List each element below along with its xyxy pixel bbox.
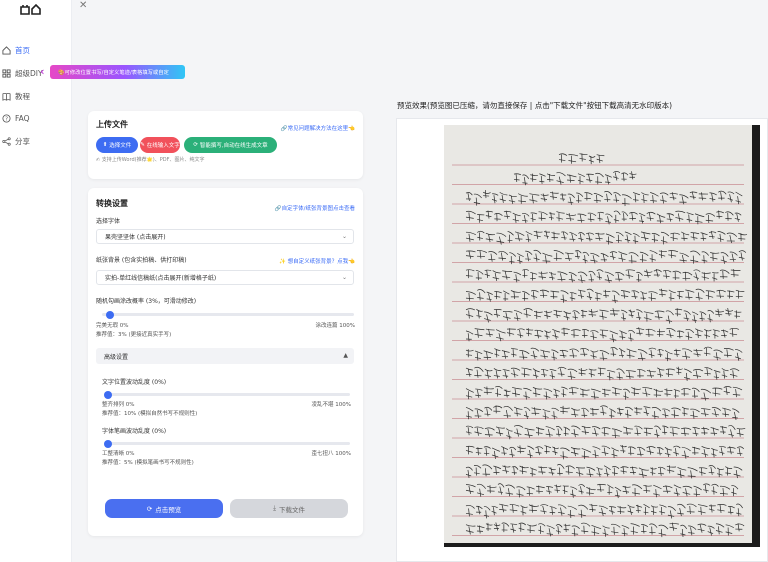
typo-slider[interactable] (102, 310, 354, 319)
upload-icon: ⬆ (102, 142, 108, 148)
slider-handle[interactable] (105, 310, 114, 319)
slider-handle[interactable] (104, 439, 112, 448)
typo-min: 完美无瑕 0% (96, 323, 129, 329)
sidebar-item-home[interactable]: 首页 (0, 42, 30, 58)
sidebar: 首页 超级DIY 教程 ? FAQ 分享 (0, 0, 72, 562)
share-icon (1, 136, 11, 146)
chevron-down-icon: ⌄ (341, 233, 347, 240)
close-icon[interactable]: ✕ (79, 0, 87, 11)
sidebar-item-share[interactable]: 分享 (0, 133, 30, 149)
custom-font-link[interactable]: 🔗自定字体/纸张背景图点击查看 (275, 204, 355, 212)
stroke-min: 工整清晰 0% (102, 451, 135, 457)
position-recommend: 推荐值：10% (模拟自然书写不规则性) (102, 411, 198, 417)
help-icon: ? (1, 113, 11, 123)
sidebar-item-label: FAQ (15, 113, 30, 123)
grid-icon (1, 68, 11, 78)
upload-card: 上传文件 🔗常见问题解决方法在这里👈 ⬆ 选择文件 ✎ 在线输入文字 ⟳ 智能撰… (88, 111, 363, 179)
convert-settings-card: 转换设置 🔗自定字体/纸张背景图点击查看 选择字体 果壳坚坚体 (点击展开) ⌄… (88, 188, 363, 536)
chevron-down-icon: ⌄ (341, 274, 347, 281)
support-text: ✍ 支持上传Word(推荐🌟)、PDF、图片、纯文字 (96, 157, 205, 163)
typo-label: 随机勾画涂改概率 (3%，可滑动修改) (96, 298, 197, 305)
ai-article-button[interactable]: ⟳ 智能撰写,自动在线生成文章 (184, 137, 277, 153)
preview-button[interactable]: ⟳ 点击预览 (105, 499, 223, 518)
advanced-settings-toggle[interactable]: 高级设置 ▲ (96, 348, 354, 364)
position-slider[interactable] (104, 390, 350, 399)
diy-banner[interactable]: 🎨可修改位置书写/自定义笔迹/表格填写或自定 (50, 65, 185, 79)
svg-text:?: ? (5, 116, 8, 122)
faq-link[interactable]: 🔗常见问题解决方法在这里👈 (281, 124, 355, 132)
refresh-icon: ⟳ (193, 142, 198, 148)
typo-recommend: 推荐值：3% (更接近真实手写) (96, 332, 172, 338)
home-icon (1, 45, 11, 55)
book-icon (1, 91, 11, 101)
stroke-slider[interactable] (104, 439, 350, 448)
handwriting-sheet (444, 125, 752, 543)
preview-image (444, 125, 760, 547)
typo-max: 涂改连篇 100% (315, 323, 355, 329)
upload-title: 上传文件 (96, 120, 128, 129)
edit-icon: ✎ (140, 142, 145, 148)
stroke-recommend: 推荐值：5% (模拟笔画书写不规则性) (102, 460, 194, 466)
stroke-label: 字体笔画波动乱度 (0%) (102, 428, 167, 435)
sidebar-item-label: 教程 (15, 91, 30, 101)
download-button[interactable]: ⤓ 下载文件 (230, 499, 348, 518)
choose-file-button[interactable]: ⬆ 选择文件 (96, 137, 138, 153)
preview-title: 预览效果(预览图已压缩，请勿直接保存 | 点击"下载文件"按钮下载高清无水印版本… (397, 101, 673, 110)
slider-handle[interactable] (104, 390, 112, 399)
paper-select[interactable]: 实拍-单红线信稿纸(点击展开(新增格子纸) ⌄ (96, 270, 354, 285)
sidebar-item-diy[interactable]: 超级DIY (0, 65, 43, 81)
stroke-max: 歪七扭八 100% (311, 451, 351, 457)
sidebar-item-tutorial[interactable]: 教程 (0, 88, 30, 104)
chevron-up-icon: ▲ (343, 352, 348, 359)
sidebar-item-faq[interactable]: ? FAQ (0, 110, 30, 126)
sidebar-item-label: 首页 (15, 45, 30, 55)
sidebar-item-label: 分享 (15, 136, 30, 146)
paper-label: 纸张背景 (包含实拍稿、供打印稿) (96, 257, 187, 264)
position-max: 凌乱不堪 100% (311, 402, 351, 408)
convert-title: 转换设置 (96, 199, 128, 208)
position-min: 整齐排列 0% (102, 402, 135, 408)
custom-paper-link[interactable]: ✨ 想自定义纸张背景？点我👈 (279, 257, 355, 265)
font-label: 选择字体 (96, 218, 121, 225)
download-icon: ⤓ (273, 504, 276, 512)
sidebar-item-label: 超级DIY (15, 68, 43, 78)
refresh-icon: ⟳ (146, 504, 153, 513)
chevron-left-icon: ‹ (40, 65, 45, 78)
font-select[interactable]: 果壳坚坚体 (点击展开) ⌄ (96, 229, 354, 244)
input-text-button[interactable]: ✎ 在线输入文字 (140, 137, 180, 153)
position-label: 文字位置波动乱度 (0%) (102, 379, 167, 386)
logo-icon (20, 4, 41, 15)
